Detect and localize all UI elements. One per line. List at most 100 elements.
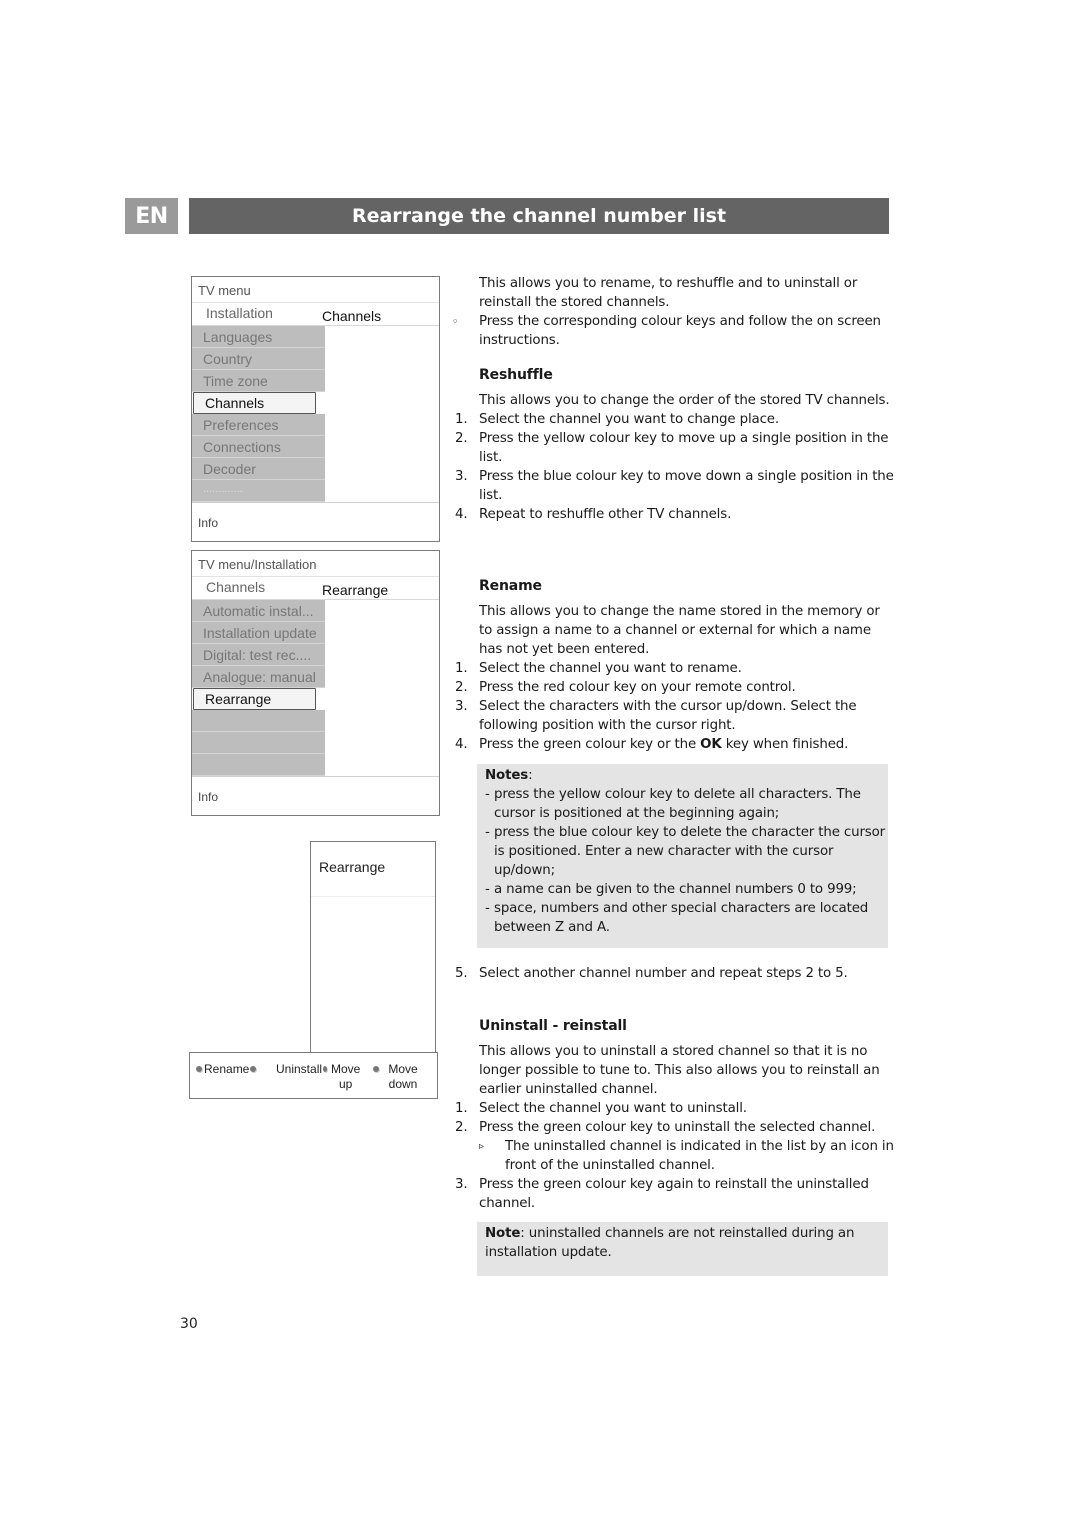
note-item: -a name can be given to the channel numb… [485, 882, 857, 897]
blue-key-icon [373, 1066, 379, 1072]
rename-step: 2. Press the red colour key on your remot… [455, 680, 796, 695]
move-down-line2: down [388, 1077, 418, 1091]
intro-bullet-text: Press the corresponding colour keys and … [479, 314, 881, 348]
uninstall-key-label: Uninstall [276, 1062, 323, 1076]
reshuffle-heading: Reshuffle [479, 367, 553, 383]
menu-list: Automatic instal... Installation update … [192, 600, 439, 776]
intro-text: This allows you to rename, to reshuffle … [479, 276, 858, 310]
note-text: space, numbers and other special charact… [494, 901, 869, 935]
menu-item-digital-test[interactable]: Digital: test rec.... [192, 644, 325, 666]
intro-section: This allows you to rename, to reshuffle … [452, 274, 895, 350]
menu-item-time-zone[interactable]: Time zone [192, 370, 325, 392]
notes-label-line: Notes: [485, 768, 533, 783]
menu-subheader: Installation Channels [192, 303, 439, 326]
green-key-icon [250, 1066, 257, 1072]
note-item: - press the blue colour key to delete the… [485, 825, 886, 878]
move-up-key[interactable]: Move up [331, 1062, 360, 1092]
step-text: Press the blue colour key to move down a… [479, 469, 894, 503]
move-down-line1: Move [388, 1062, 418, 1076]
ok-key-text: OK [700, 737, 722, 752]
uninstall-step: 3. Press the green colour key again to re… [455, 1177, 869, 1211]
move-up-line2: up [338, 1077, 353, 1091]
reshuffle-section: Reshuffle This allows you to change the … [455, 366, 895, 524]
result-arrow-icon: ▹ [479, 1141, 484, 1152]
menu-item-installation-update[interactable]: Installation update [192, 622, 325, 644]
colour-keys-bar: Rename Uninstall Move up Move down [189, 1052, 438, 1099]
red-key-icon [196, 1066, 202, 1072]
note-text: a name can be given to the channel numbe… [494, 882, 857, 897]
rename-step5: 5. Select another channel number and repe… [455, 966, 848, 981]
note-item: - space, numbers and other special charac… [485, 901, 869, 935]
step-text: Press the green colour key to uninstall … [479, 1120, 876, 1135]
uninstall-note-box: Note: uninstalled channels are not reins… [477, 1222, 888, 1276]
uninstall-step: 1. Select the channel you want to uninsta… [455, 1101, 747, 1116]
installation-menu-panel: TV menu/Installation Channels Rearrange … [191, 550, 440, 816]
reshuffle-text: This allows you to change the order of t… [479, 393, 890, 408]
language-badge: EN [125, 198, 178, 234]
step-text: Press the yellow colour key to move up a… [479, 431, 889, 465]
rename-step: 4. Press the green colour key or the OK k… [455, 737, 849, 752]
reshuffle-step: 4. Repeat to reshuffle other TV channels. [455, 507, 732, 522]
reshuffle-step: 2. Press the yellow colour key to move up… [455, 431, 889, 465]
rename-key[interactable]: Rename [196, 1062, 258, 1077]
page-title: Rearrange the channel number list [189, 198, 889, 234]
step-text: Select another channel number and repeat… [479, 966, 848, 981]
menu-item-more[interactable]: ............. [192, 480, 325, 502]
menu-item-analogue-manual[interactable]: Analogue: manual [192, 666, 325, 688]
note-item: - press the yellow colour key to delete a… [485, 787, 861, 821]
menu-sub-left: Installation [206, 305, 273, 321]
menu-info: Info [192, 776, 439, 815]
menu-sub-right: Channels [322, 308, 382, 324]
step-text: Press the green colour key or the [479, 737, 701, 752]
menu-list: Languages Country Time zone Channels Pre… [192, 326, 439, 502]
menu-item-decoder[interactable]: Decoder [192, 458, 325, 480]
uninstall-note: Note: uninstalled channels are not reins… [477, 1222, 888, 1262]
uninstall-section: Uninstall - reinstall This allows you to… [455, 1017, 895, 1213]
menu-item-automatic-install[interactable]: Automatic instal... [192, 600, 325, 622]
step-text: Select the characters with the cursor up… [479, 699, 857, 733]
uninstall-result: ▹ The uninstalled channel is indicated in… [455, 1137, 895, 1175]
menu-item-rearrange[interactable]: Rearrange [193, 688, 316, 710]
notes-label: Notes [485, 768, 529, 783]
step-text: Press the green colour key again to rein… [479, 1177, 869, 1211]
menu-item-channels[interactable]: Channels [193, 392, 316, 414]
menu-item-languages[interactable]: Languages [192, 326, 325, 348]
result-text: The uninstalled channel is indicated in … [505, 1139, 894, 1173]
step-text: Select the channel you want to uninstall… [479, 1101, 747, 1116]
note-text: press the blue colour key to delete the … [494, 825, 886, 878]
menu-header: TV menu/Installation [192, 551, 439, 577]
step-text: key when finished. [721, 737, 849, 752]
menu-sub-left: Channels [206, 579, 266, 595]
step-text: Select the channel you want to rename. [479, 661, 742, 676]
rearrange-title: Rearrange [311, 842, 435, 897]
step-text: Repeat to reshuffle other TV channels. [479, 507, 732, 522]
reshuffle-step: 1. Select the channel you want to change … [455, 412, 779, 427]
intro-bullet: ◦ Press the corresponding colour keys and… [452, 312, 895, 350]
uninstall-text: This allows you to uninstall a stored ch… [479, 1044, 880, 1097]
rename-heading: Rename [479, 578, 542, 594]
menu-item-empty [192, 710, 325, 732]
menu-item-empty [192, 732, 325, 754]
menu-item-country[interactable]: Country [192, 348, 325, 370]
reshuffle-step: 3. Press the blue colour key to move down… [455, 469, 894, 503]
rename-section: Rename This allows you to change the nam… [455, 577, 895, 754]
menu-item-preferences[interactable]: Preferences [192, 414, 325, 436]
note-text: : uninstalled channels are not reinstall… [485, 1226, 855, 1260]
step-text: Select the channel you want to change pl… [479, 412, 779, 427]
uninstall-heading: Uninstall - reinstall [479, 1018, 627, 1034]
uninstall-key[interactable]: Uninstall [276, 1062, 329, 1077]
rearrange-panel: Rearrange [310, 841, 436, 1053]
note-text: press the yellow colour key to delete al… [494, 787, 861, 821]
menu-item-connections[interactable]: Connections [192, 436, 325, 458]
rename-text: This allows you to change the name store… [479, 604, 880, 657]
move-up-line1: Move [331, 1062, 361, 1076]
uninstall-step: 2. Press the green colour key to uninstal… [455, 1120, 876, 1135]
move-down-key[interactable]: Move down [373, 1062, 418, 1092]
step-text: Press the red colour key on your remote … [479, 680, 796, 695]
rename-key-label: Rename [204, 1062, 250, 1076]
menu-sub-right: Rearrange [322, 582, 389, 598]
menu-subheader: Channels Rearrange [192, 577, 439, 600]
menu-header: TV menu [192, 277, 439, 303]
rename-step: 1. Select the channel you want to rename. [455, 661, 742, 676]
yellow-key-icon [323, 1066, 328, 1072]
